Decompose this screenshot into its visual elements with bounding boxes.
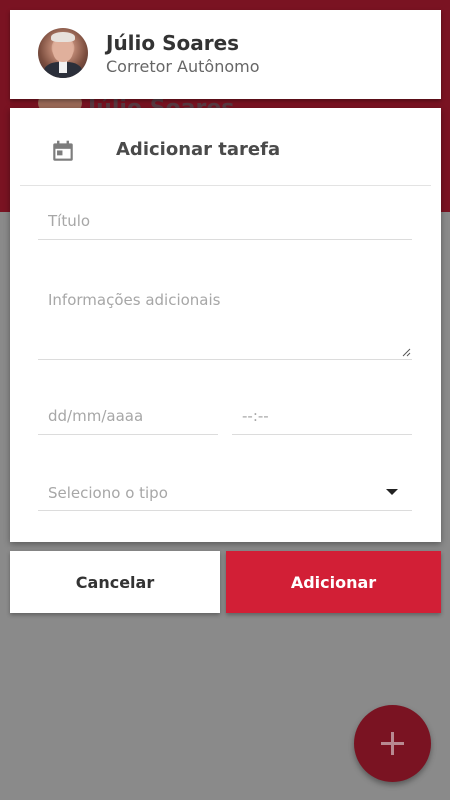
add-fab-button[interactable]	[354, 705, 431, 782]
time-input[interactable]	[232, 398, 412, 435]
add-button[interactable]: Adicionar	[226, 551, 441, 613]
date-input[interactable]	[38, 398, 218, 435]
resize-handle-icon[interactable]	[402, 348, 411, 357]
profile-role: Corretor Autônomo	[106, 57, 260, 76]
cancel-button[interactable]: Cancelar	[10, 551, 220, 613]
chevron-down-icon	[386, 489, 398, 495]
dialog-header: Adicionar tarefa	[20, 108, 431, 186]
profile-name: Júlio Soares	[106, 31, 240, 55]
add-task-dialog: Adicionar tarefa Seleciono o tipo	[10, 108, 441, 542]
dialog-title: Adicionar tarefa	[116, 139, 281, 160]
calendar-icon	[53, 140, 73, 161]
task-type-select[interactable]: Seleciono o tipo	[38, 474, 412, 511]
task-type-placeholder: Seleciono o tipo	[48, 484, 168, 502]
avatar	[38, 28, 88, 78]
additional-info-input[interactable]	[38, 278, 412, 360]
profile-card: Júlio Soares Corretor Autônomo	[10, 10, 441, 99]
title-input[interactable]	[38, 203, 412, 240]
